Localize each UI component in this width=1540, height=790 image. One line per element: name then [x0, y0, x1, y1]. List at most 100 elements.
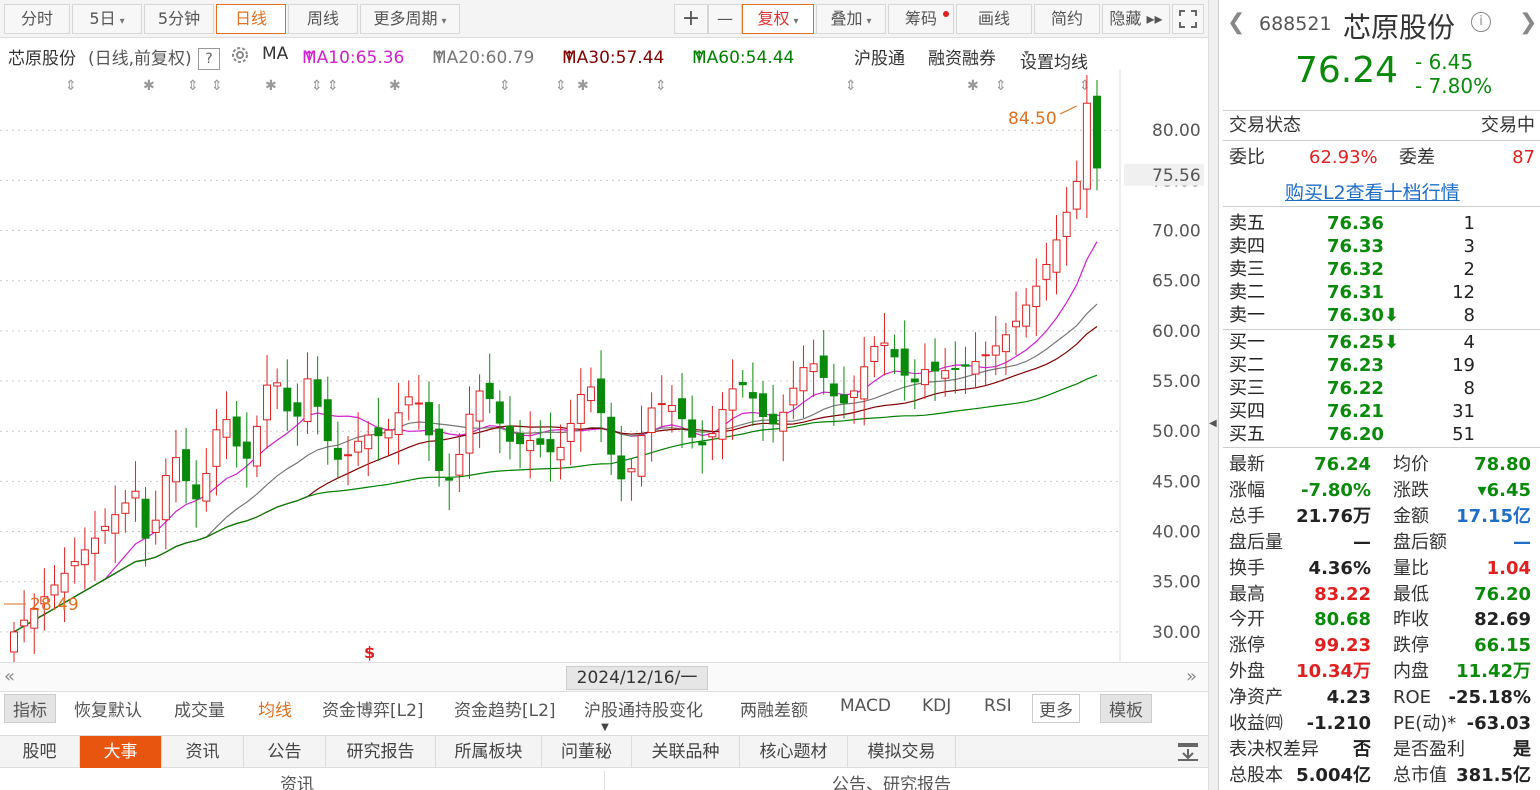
simple-mode-button[interactable]: 简约: [1034, 4, 1100, 34]
candle-up: [10, 631, 18, 653]
gear-icon[interactable]: [229, 44, 251, 71]
download-icon[interactable]: [1176, 741, 1200, 763]
margin-trading-link[interactable]: 融资融券: [928, 44, 996, 69]
divider: [1223, 447, 1540, 448]
fund-trend-tab[interactable]: 资金趋势[L2]: [454, 696, 556, 721]
candle-up: [941, 370, 950, 379]
arrow-up-icon: ↑: [302, 48, 317, 68]
event-marker-icon: ⇕: [555, 78, 567, 94]
scroll-left-icon[interactable]: «: [4, 666, 15, 687]
indicator-tabs: 指标 恢复默认 成交量 均线 资金博弈[L2] 资金趋势[L2] 沪股通持股变化…: [0, 693, 1208, 723]
stat-label: 是否盈利: [1393, 738, 1465, 760]
prev-stock-icon[interactable]: ❮: [1227, 10, 1245, 35]
stat-label: PE(动)*: [1393, 713, 1457, 734]
adjust-button[interactable]: 复权 ▾: [742, 4, 814, 34]
price-axis: 80.0075.0070.0065.0060.0055.0050.0045.00…: [1152, 121, 1201, 643]
next-stock-icon[interactable]: ❯: [1519, 10, 1537, 35]
stat-label: 金额: [1393, 505, 1429, 527]
candle-down: [141, 498, 150, 539]
candle-up: [779, 411, 788, 432]
tab-forum[interactable]: 股吧: [0, 736, 80, 768]
tab-news[interactable]: 资讯: [162, 736, 244, 768]
candle-down: [293, 402, 302, 417]
macd-tab[interactable]: MACD: [840, 696, 891, 716]
time-scrollbar[interactable]: « 2024/12/16/一 »: [0, 662, 1208, 692]
tab-core-themes[interactable]: 核心题材: [740, 736, 848, 768]
event-marker-icon: ⇕: [499, 78, 511, 94]
candle-up: [920, 369, 929, 386]
ask-row: 卖三 76.32 2: [1229, 258, 1535, 282]
hide-button[interactable]: 隐藏 ▸▸: [1102, 4, 1170, 34]
tab-events[interactable]: 大事: [80, 736, 162, 768]
zoom-out-button[interactable]: —: [708, 4, 742, 34]
ma30-text: MA30:57.44: [562, 48, 665, 68]
candle-up: [1052, 239, 1061, 273]
scroll-right-icon[interactable]: »: [1186, 666, 1197, 687]
candle-up: [799, 367, 808, 392]
zoom-in-button[interactable]: +: [674, 4, 708, 34]
notification-dot: [943, 11, 949, 17]
stat-value: 17.15亿: [1456, 505, 1531, 527]
tab-intraday[interactable]: 分时: [4, 4, 70, 34]
event-marker-icon: ✱: [389, 78, 401, 94]
tab-daily[interactable]: 日线: [216, 4, 286, 34]
tab-related[interactable]: 关联品种: [632, 736, 740, 768]
fund-game-tab[interactable]: 资金博弈[L2]: [322, 696, 424, 721]
info-icon[interactable]: i: [1471, 12, 1491, 32]
more-indicators-button[interactable]: 更多: [1032, 694, 1080, 723]
collapse-arrow-icon[interactable]: ▼: [590, 723, 620, 733]
status-value: 交易中: [1481, 115, 1535, 136]
overlay-button[interactable]: 叠加 ▾: [816, 4, 886, 34]
tab-ask-secretary[interactable]: 问董秘: [542, 736, 632, 768]
high-price-label: 84.50: [1008, 109, 1057, 129]
stat-value: 4.23: [1326, 687, 1371, 709]
order-price: 76.22: [1327, 378, 1384, 399]
stat-value: 1.04: [1486, 557, 1531, 579]
panel-collapse-handle[interactable]: ◀: [1208, 0, 1218, 790]
tab-more-periods[interactable]: 更多周期 ▾: [360, 4, 460, 34]
stat-row: 今开 80.68 昨收 82.69: [1229, 608, 1535, 632]
stat-label: 昨收: [1393, 609, 1429, 631]
template-button[interactable]: 模板: [1100, 694, 1152, 723]
tab-label: 5分钟: [157, 9, 201, 28]
tab-sectors[interactable]: 所属板块: [436, 736, 542, 768]
stat-row: 外盘 10.34万 内盘 11.42万: [1229, 660, 1535, 684]
hk-holding-tab[interactable]: 沪股通持股变化: [584, 696, 703, 721]
tab-weekly[interactable]: 周线: [288, 4, 358, 34]
kdj-tab[interactable]: KDJ: [922, 696, 951, 716]
candle-up: [1022, 304, 1031, 327]
l2-upgrade-link[interactable]: 购买L2查看十档行情: [1285, 178, 1460, 205]
ma60-text: MA60:54.44: [692, 48, 795, 68]
candle-up: [414, 402, 423, 405]
tab-announcements[interactable]: 公告: [244, 736, 326, 768]
event-marker-icon: ✱: [265, 78, 277, 94]
quote-panel: ❮ 688521 芯原股份 i ❯ 76.24 - 6.45 - 7.80% 交…: [1218, 0, 1540, 790]
stat-value: 5.004亿: [1296, 764, 1371, 786]
candle-down: [283, 387, 292, 412]
margin-diff-tab[interactable]: 两融差额: [740, 696, 808, 721]
candle-up: [718, 409, 727, 440]
indicator-button[interactable]: 指标: [4, 694, 56, 723]
chips-button[interactable]: 筹码: [888, 4, 954, 34]
chevron-down-icon: ▾: [866, 16, 872, 27]
tab-sim-trading[interactable]: 模拟交易: [848, 736, 956, 768]
candle-up: [90, 537, 99, 554]
volume-tab[interactable]: 成交量: [174, 696, 225, 721]
tab-5day[interactable]: 5日 ▾: [72, 4, 142, 34]
price-tick: 55.00: [1152, 372, 1201, 392]
arrow-up-icon: ↑: [562, 48, 577, 68]
order-price: 76.33: [1327, 236, 1384, 257]
price-tick: 40.00: [1152, 523, 1201, 543]
order-volume: 1: [1463, 213, 1475, 234]
reset-default-tab[interactable]: 恢复默认: [74, 696, 142, 721]
hk-connect-link[interactable]: 沪股通: [854, 44, 905, 69]
fullscreen-button[interactable]: [1172, 4, 1204, 34]
kline-chart[interactable]: ⇕✱⇕⇕✱⇕⇕✱⇕⇕✱⇕⇕✱⇕⇕$ 80.0075.0070.0065.0060…: [0, 70, 1208, 662]
order-label: 买四: [1229, 401, 1265, 422]
rsi-tab[interactable]: RSI: [984, 696, 1012, 716]
draw-line-button[interactable]: 画线: [956, 4, 1032, 34]
tab-5min[interactable]: 5分钟: [144, 4, 214, 34]
candle-up: [161, 475, 170, 521]
tab-research[interactable]: 研究报告: [326, 736, 436, 768]
ma-tab[interactable]: 均线: [258, 696, 292, 721]
